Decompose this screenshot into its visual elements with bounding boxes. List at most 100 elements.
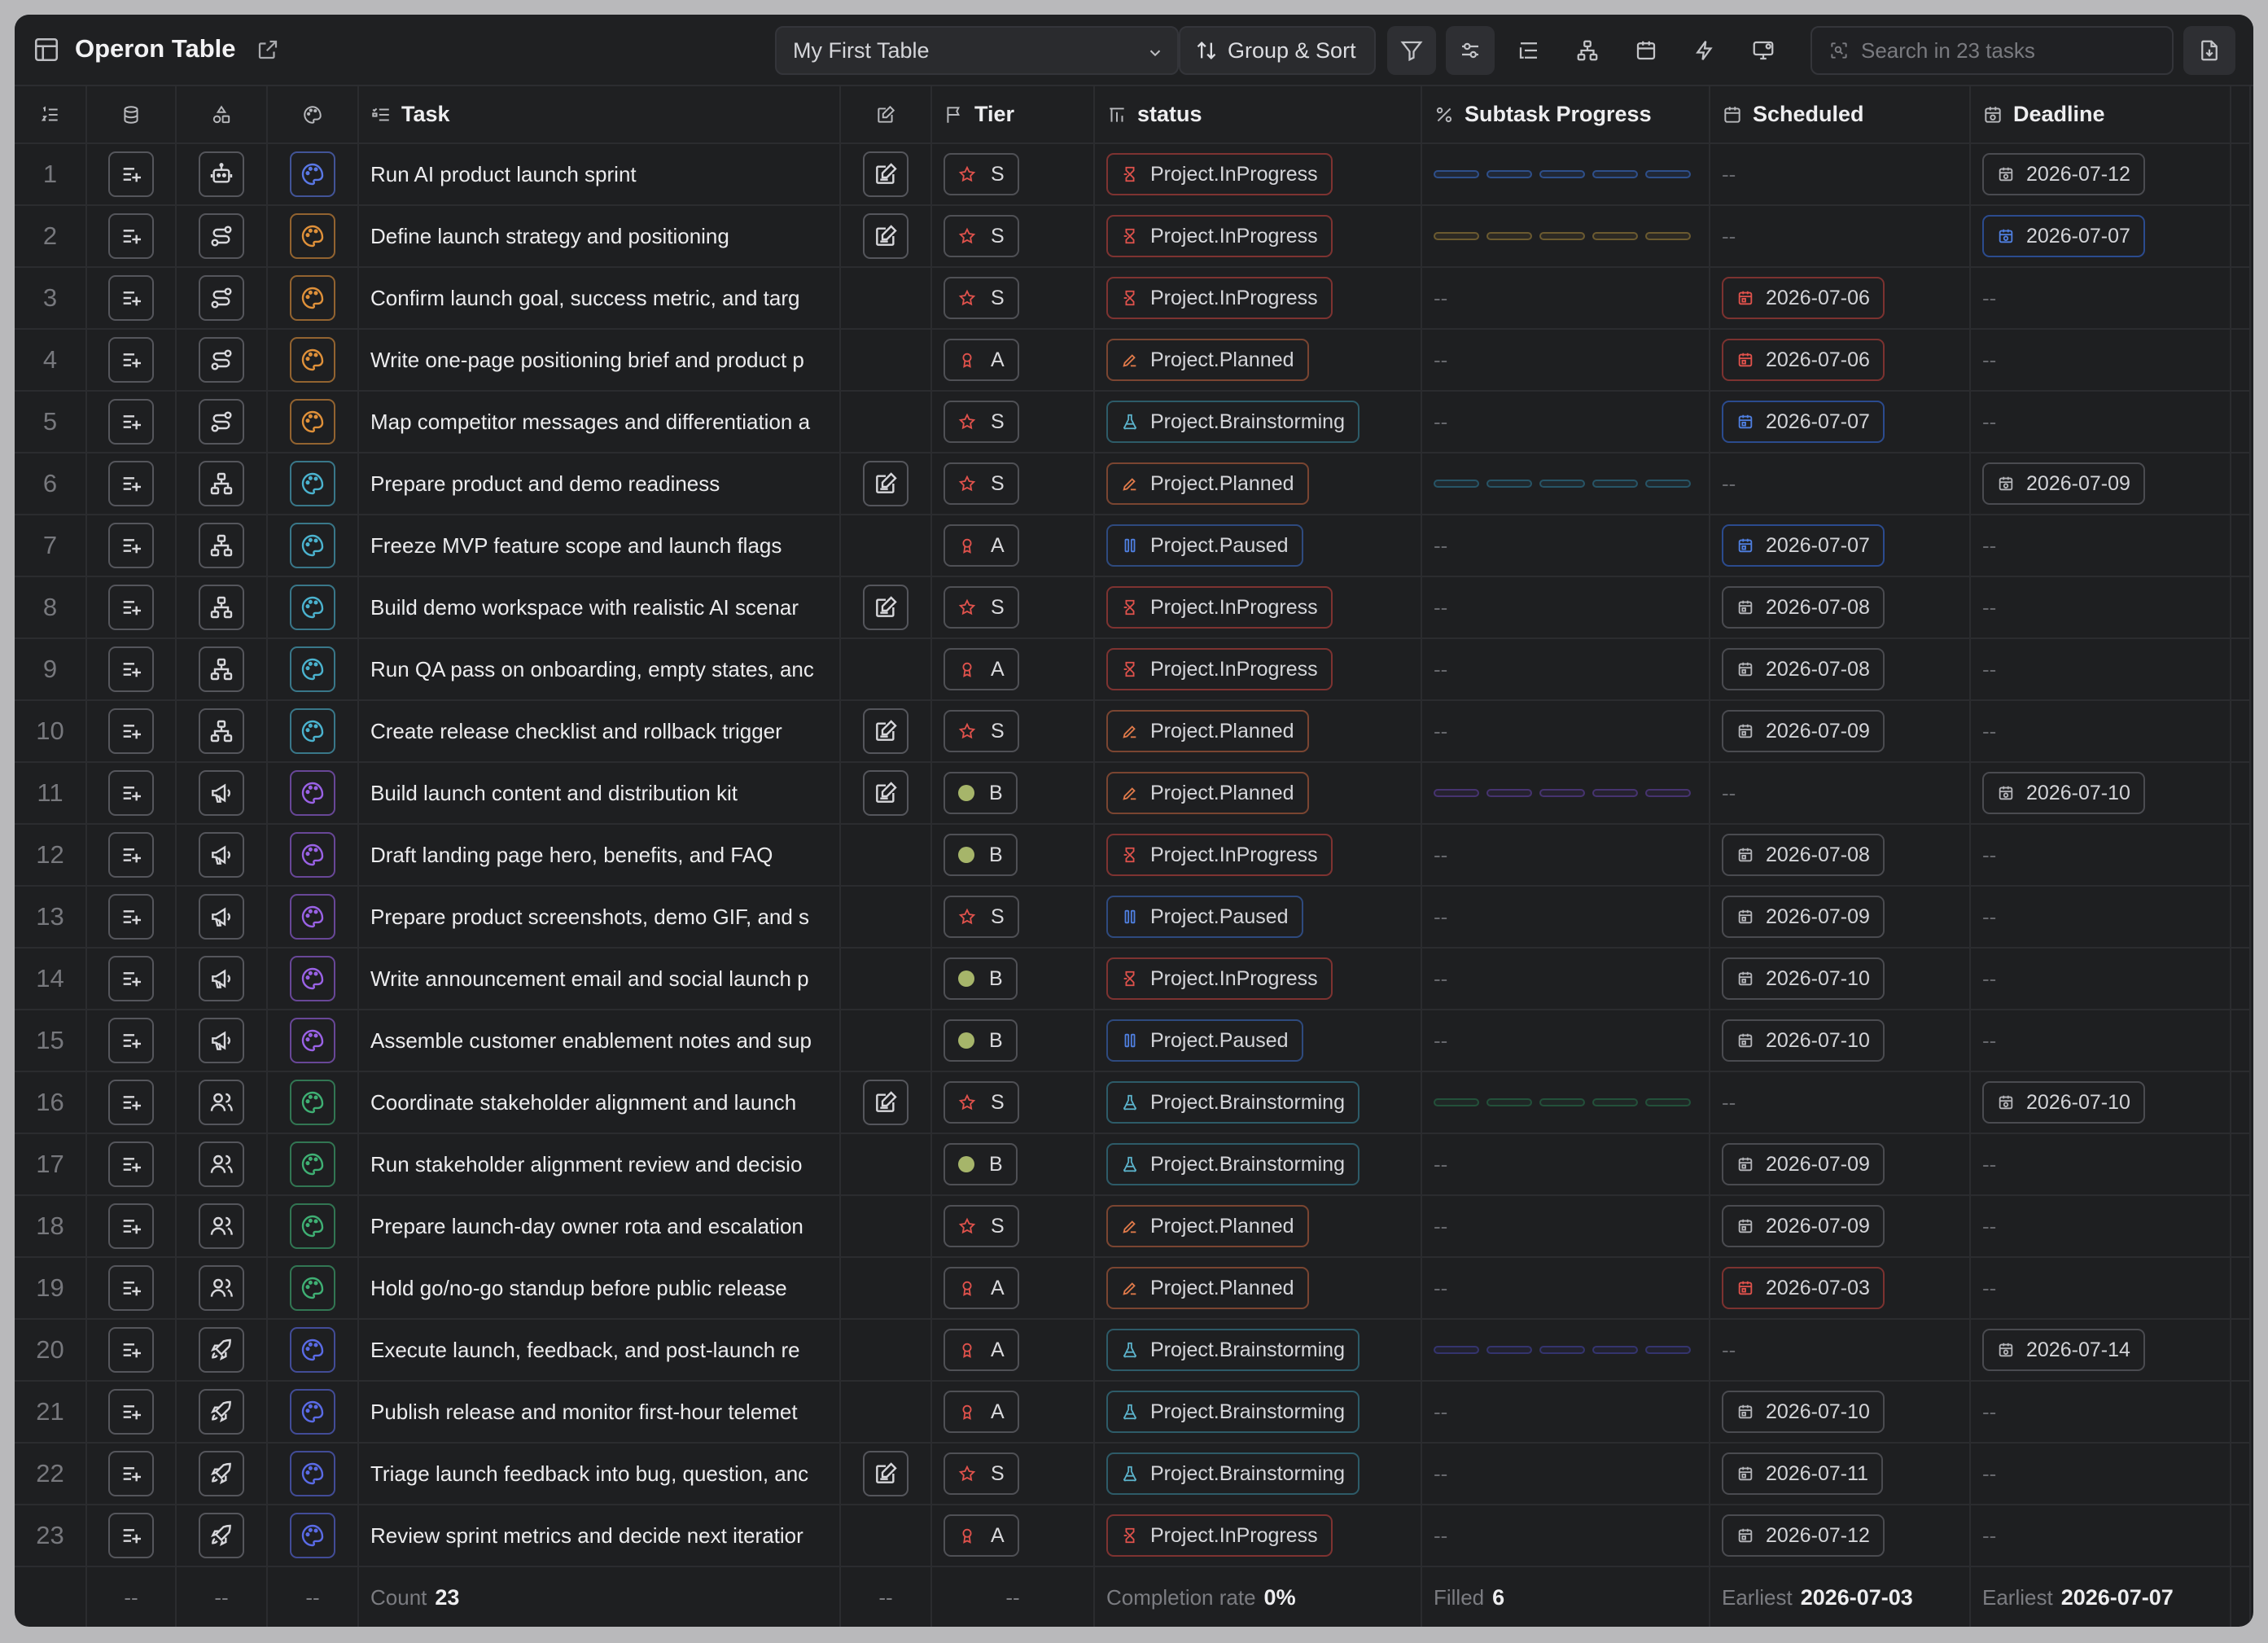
color-button[interactable] bbox=[290, 337, 335, 383]
table-row[interactable]: 17 Run stakeholder alignment review and d… bbox=[15, 1133, 2251, 1196]
category-button[interactable] bbox=[199, 1327, 244, 1373]
scheduled-date-chip[interactable]: 2026-07-03 bbox=[1722, 1267, 1885, 1309]
add-subtask-button[interactable] bbox=[108, 337, 154, 383]
task-name[interactable]: Build launch content and distribution ki… bbox=[358, 762, 841, 825]
table-row[interactable]: 23 Review sprint metrics and decide next … bbox=[15, 1505, 2251, 1567]
category-button[interactable] bbox=[199, 461, 244, 506]
table-row[interactable]: 5 Map competitor messages and differentia… bbox=[15, 391, 2251, 453]
summary-filled[interactable]: Filled 6 bbox=[1421, 1566, 1710, 1627]
col-header-task[interactable]: Task bbox=[358, 86, 841, 144]
color-button[interactable] bbox=[290, 213, 335, 259]
tier-badge[interactable]: A bbox=[944, 339, 1019, 381]
status-badge[interactable]: Project.Brainstorming bbox=[1106, 1081, 1359, 1124]
color-button[interactable] bbox=[290, 523, 335, 568]
add-subtask-button[interactable] bbox=[108, 1265, 154, 1311]
deadline-date-chip[interactable]: 2026-07-10 bbox=[1982, 1081, 2145, 1124]
table-row[interactable]: 18 Prepare launch-day owner rota and esca… bbox=[15, 1195, 2251, 1258]
task-name[interactable]: Execute launch, feedback, and post-launc… bbox=[358, 1319, 841, 1382]
table-row[interactable]: 1 Run AI product launch sprint S Project.In… bbox=[15, 143, 2251, 206]
table-row[interactable]: 11 Build launch content and distribution … bbox=[15, 762, 2251, 825]
tier-badge[interactable]: A bbox=[944, 1329, 1019, 1371]
add-subtask-button[interactable] bbox=[108, 275, 154, 321]
color-button[interactable] bbox=[290, 1018, 335, 1063]
color-button[interactable] bbox=[290, 585, 335, 630]
col-header-deadline[interactable]: Deadline bbox=[1970, 86, 2231, 144]
tier-badge[interactable]: S bbox=[944, 896, 1019, 938]
status-badge[interactable]: Project.InProgress bbox=[1106, 215, 1333, 257]
summary-scheduled[interactable]: Earliest 2026-07-03 bbox=[1710, 1566, 1971, 1627]
tier-badge[interactable]: A bbox=[944, 1514, 1019, 1557]
table-row[interactable]: 21 Publish release and monitor first-hour… bbox=[15, 1381, 2251, 1444]
notes-button[interactable] bbox=[863, 213, 909, 259]
status-badge[interactable]: Project.InProgress bbox=[1106, 277, 1333, 319]
task-name[interactable]: Review sprint metrics and decide next it… bbox=[358, 1505, 841, 1567]
scheduled-date-chip[interactable]: 2026-07-08 bbox=[1722, 586, 1885, 629]
category-button[interactable] bbox=[199, 1080, 244, 1125]
category-button[interactable] bbox=[199, 1265, 244, 1311]
task-name[interactable]: Build demo workspace with realistic AI s… bbox=[358, 576, 841, 639]
tier-badge[interactable]: A bbox=[944, 648, 1019, 690]
table-row[interactable]: 3 Confirm launch goal, success metric, an… bbox=[15, 267, 2251, 330]
scheduled-date-chip[interactable]: 2026-07-06 bbox=[1722, 339, 1885, 381]
task-name[interactable]: Run stakeholder alignment review and dec… bbox=[358, 1133, 841, 1196]
summary-deadline[interactable]: Earliest 2026-07-07 bbox=[1970, 1566, 2231, 1627]
task-name[interactable]: Create release checklist and rollback tr… bbox=[358, 700, 841, 763]
color-button[interactable] bbox=[290, 1389, 335, 1435]
status-badge[interactable]: Project.Brainstorming bbox=[1106, 1452, 1359, 1495]
add-subtask-button[interactable] bbox=[108, 956, 154, 1001]
add-subtask-button[interactable] bbox=[108, 770, 154, 816]
display-settings-button[interactable] bbox=[1739, 26, 1788, 75]
tier-badge[interactable]: S bbox=[944, 277, 1019, 319]
category-button[interactable] bbox=[199, 213, 244, 259]
scheduled-date-chip[interactable]: 2026-07-08 bbox=[1722, 648, 1885, 690]
category-button[interactable] bbox=[199, 1203, 244, 1249]
tier-badge[interactable]: B bbox=[944, 772, 1018, 814]
tier-badge[interactable]: A bbox=[944, 1391, 1019, 1433]
table-row[interactable]: 9 Run QA pass on onboarding, empty states… bbox=[15, 638, 2251, 701]
scheduled-date-chip[interactable]: 2026-07-09 bbox=[1722, 896, 1885, 938]
summary-count[interactable]: Count 23 bbox=[358, 1566, 841, 1627]
color-button[interactable] bbox=[290, 1327, 335, 1373]
task-name[interactable]: Draft landing page hero, benefits, and F… bbox=[358, 824, 841, 887]
status-badge[interactable]: Project.InProgress bbox=[1106, 153, 1333, 195]
category-button[interactable] bbox=[199, 337, 244, 383]
category-button[interactable] bbox=[199, 832, 244, 878]
deadline-date-chip[interactable]: 2026-07-12 bbox=[1982, 153, 2145, 195]
outline-view-button[interactable] bbox=[1504, 26, 1553, 75]
status-badge[interactable]: Project.Planned bbox=[1106, 1267, 1309, 1309]
task-name[interactable]: Prepare product screenshots, demo GIF, a… bbox=[358, 886, 841, 949]
add-subtask-button[interactable] bbox=[108, 708, 154, 754]
task-name[interactable]: Prepare launch-day owner rota and escala… bbox=[358, 1195, 841, 1258]
task-name[interactable]: Publish release and monitor first-hour t… bbox=[358, 1381, 841, 1444]
scheduled-date-chip[interactable]: 2026-07-09 bbox=[1722, 710, 1885, 752]
task-name[interactable]: Map competitor messages and differentiat… bbox=[358, 391, 841, 453]
tier-badge[interactable]: S bbox=[944, 586, 1019, 629]
status-badge[interactable]: Project.InProgress bbox=[1106, 834, 1333, 876]
deadline-date-chip[interactable]: 2026-07-14 bbox=[1982, 1329, 2145, 1371]
deadline-date-chip[interactable]: 2026-07-10 bbox=[1982, 772, 2145, 814]
tier-badge[interactable]: S bbox=[944, 1081, 1019, 1124]
scheduled-date-chip[interactable]: 2026-07-10 bbox=[1722, 1391, 1885, 1433]
color-button[interactable] bbox=[290, 1451, 335, 1496]
tier-badge[interactable]: B bbox=[944, 1019, 1018, 1062]
col-header-scheduled[interactable]: Scheduled bbox=[1710, 86, 1971, 144]
scheduled-date-chip[interactable]: 2026-07-06 bbox=[1722, 277, 1885, 319]
status-badge[interactable]: Project.Planned bbox=[1106, 462, 1309, 505]
tier-badge[interactable]: S bbox=[944, 153, 1019, 195]
scheduled-date-chip[interactable]: 2026-07-09 bbox=[1722, 1143, 1885, 1185]
summary-completion[interactable]: Completion rate 0% bbox=[1094, 1566, 1422, 1627]
category-button[interactable] bbox=[199, 1141, 244, 1187]
notes-button[interactable] bbox=[863, 708, 909, 754]
color-button[interactable] bbox=[290, 461, 335, 506]
status-badge[interactable]: Project.Paused bbox=[1106, 896, 1303, 938]
table-row[interactable]: 19 Hold go/no-go standup before public re… bbox=[15, 1257, 2251, 1320]
table-row[interactable]: 10 Create release checklist and rollback … bbox=[15, 700, 2251, 763]
category-button[interactable] bbox=[199, 646, 244, 692]
col-header-notes[interactable] bbox=[840, 86, 932, 144]
filter-button[interactable] bbox=[1387, 26, 1436, 75]
category-button[interactable] bbox=[199, 708, 244, 754]
search-input[interactable]: Search in 23 tasks bbox=[1810, 26, 2174, 75]
scheduled-date-chip[interactable]: 2026-07-07 bbox=[1722, 524, 1885, 567]
category-button[interactable] bbox=[199, 1451, 244, 1496]
task-name[interactable]: Prepare product and demo readiness bbox=[358, 453, 841, 515]
